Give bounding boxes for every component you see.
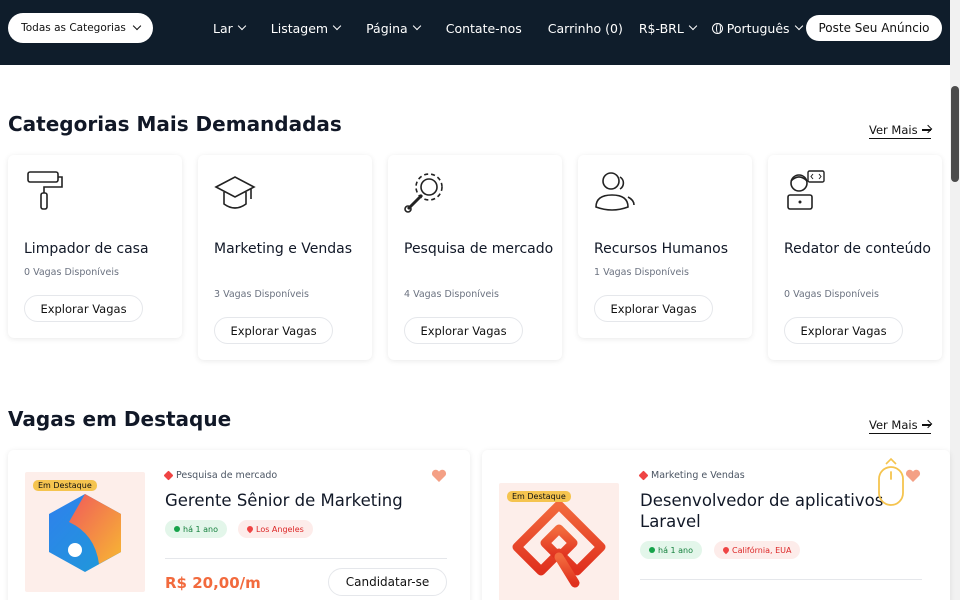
language-label: Português — [726, 20, 790, 36]
location-pin-icon — [245, 524, 255, 534]
location-badge: Los Angeles — [238, 520, 313, 538]
apply-button[interactable]: Candidatar-se — [328, 568, 447, 596]
chevron-down-icon — [237, 21, 247, 31]
category-card-house-cleaner[interactable]: Limpador de casa 0 Vagas Disponíveis Exp… — [8, 155, 182, 338]
users-icon — [595, 172, 635, 211]
chevron-down-icon — [332, 21, 342, 31]
scrollbar-thumb[interactable] — [951, 86, 959, 182]
category-select[interactable]: Todas as Categorias — [8, 13, 153, 43]
category-card-content-writer[interactable]: Redator de conteúdo 0 Vagas Disponíveis … — [768, 155, 942, 360]
featured-section-title: Vagas em Destaque — [8, 407, 232, 431]
heart-icon[interactable] — [905, 469, 921, 483]
job-title[interactable]: Gerente Sênior de Marketing — [165, 490, 455, 511]
explore-jobs-button[interactable]: Explorar Vagas — [594, 295, 713, 322]
paint-roller-icon — [27, 171, 63, 210]
developer-icon — [787, 170, 825, 210]
tag-icon — [638, 470, 649, 481]
divider — [165, 558, 447, 559]
nav-item-cart[interactable]: Carrinho (0) — [548, 21, 623, 36]
categories-section-title: Categorias Mais Demandadas — [8, 112, 342, 136]
category-count: 3 Vagas Disponíveis — [214, 289, 309, 300]
posted-time: há 1 ano — [183, 524, 219, 534]
location: Los Angeles — [256, 524, 304, 534]
category-count: 1 Vagas Disponíveis — [594, 267, 689, 278]
category-count: 0 Vagas Disponíveis — [24, 267, 119, 278]
explore-jobs-button[interactable]: Explorar Vagas — [404, 317, 523, 344]
scrollbar-track[interactable] — [950, 0, 960, 600]
company-logo: Em Destaque — [499, 483, 619, 600]
nav-item-home[interactable]: Lar — [213, 20, 247, 36]
gear-wrench-icon — [404, 173, 443, 213]
nav-label: Carrinho (0) — [547, 20, 623, 36]
scroll-mouse-icon — [878, 457, 904, 506]
arrow-right-icon — [921, 424, 931, 426]
main-nav: Lar Listagem Página Contate-nos Carrinho… — [213, 0, 828, 56]
category-card-market-research[interactable]: Pesquisa de mercado 4 Vagas Disponíveis … — [388, 155, 562, 360]
chevron-down-icon — [794, 21, 803, 31]
currency-label: R$-BRL — [638, 20, 684, 36]
nav-item-page[interactable]: Página — [366, 20, 421, 36]
explore-jobs-button[interactable]: Explorar Vagas — [784, 317, 903, 344]
divider — [640, 579, 922, 580]
job-category: Marketing e Vendas — [638, 470, 745, 481]
globe-icon — [711, 22, 723, 34]
category-card-marketing-sales[interactable]: Marketing e Vendas 3 Vagas Disponíveis E… — [198, 155, 372, 360]
category-card-human-resources[interactable]: Recursos Humanos 1 Vagas Disponíveis Exp… — [578, 155, 752, 338]
nav-item-contact[interactable]: Contate-nos — [446, 21, 522, 36]
chevron-down-icon — [132, 21, 142, 31]
nav-item-listing[interactable]: Listagem — [270, 20, 342, 36]
category-count: 0 Vagas Disponíveis — [784, 289, 879, 300]
category-name: Limpador de casa — [24, 241, 149, 257]
category-count: 4 Vagas Disponíveis — [404, 289, 499, 300]
nav-label: Listagem — [270, 20, 329, 36]
job-category: Pesquisa de mercado — [163, 470, 278, 481]
categories-see-more-link[interactable]: Ver Mais — [869, 123, 931, 139]
featured-badge: Em Destaque — [507, 491, 571, 502]
job-category-label: Marketing e Vendas — [651, 470, 745, 481]
posted-time: há 1 ano — [658, 545, 694, 555]
job-card[interactable]: Em Destaque Pesquisa de mercado Gerente … — [8, 450, 470, 600]
explore-jobs-button[interactable]: Explorar Vagas — [214, 317, 333, 344]
salary: R$ 20,00/m — [165, 574, 261, 592]
language-select[interactable]: Português — [711, 20, 803, 36]
category-name: Pesquisa de mercado — [404, 241, 554, 257]
category-name: Recursos Humanos — [594, 241, 728, 257]
location-pin-icon — [721, 545, 731, 555]
category-name: Marketing e Vendas — [214, 241, 353, 257]
posted-time-badge: há 1 ano — [640, 541, 703, 559]
featured-see-more-link[interactable]: Ver Mais — [869, 418, 931, 434]
post-ad-button[interactable]: Poste Seu Anúncio — [806, 15, 942, 41]
clock-icon — [649, 547, 655, 553]
tag-icon — [163, 470, 174, 481]
category-name: Redator de conteúdo — [784, 241, 931, 257]
chevron-down-icon — [688, 21, 698, 31]
heart-icon[interactable] — [431, 469, 447, 483]
arrow-right-icon — [921, 129, 931, 131]
location: Califórnia, EUA — [732, 545, 792, 555]
category-select-label: Todas as Categorias — [21, 22, 126, 34]
company-logo: Em Destaque — [25, 472, 145, 592]
chevron-down-icon — [412, 21, 421, 31]
featured-badge: Em Destaque — [33, 480, 97, 491]
nav-label: Página — [366, 20, 408, 36]
job-category-label: Pesquisa de mercado — [176, 470, 278, 481]
see-more-label: Ver Mais — [869, 418, 918, 432]
nav-label: Lar — [213, 20, 233, 36]
clock-icon — [174, 526, 180, 532]
currency-select[interactable]: R$-BRL — [638, 20, 698, 36]
nav-label: Contate-nos — [445, 20, 522, 36]
top-navigation-bar: Todas as Categorias Lar Listagem Página … — [0, 0, 950, 65]
graduation-cap-icon — [214, 176, 256, 209]
location-badge: Califórnia, EUA — [714, 541, 801, 559]
posted-time-badge: há 1 ano — [165, 520, 228, 538]
explore-jobs-button[interactable]: Explorar Vagas — [24, 295, 143, 322]
see-more-label: Ver Mais — [869, 123, 918, 137]
